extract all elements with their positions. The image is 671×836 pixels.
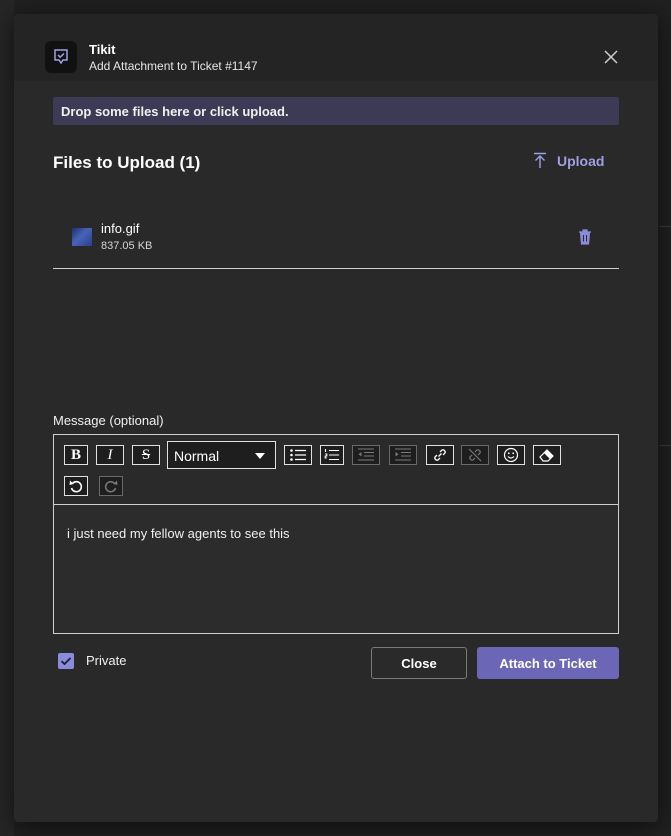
background-edge [0,0,14,836]
italic-icon[interactable]: I [96,445,124,465]
message-input[interactable]: i just need my fellow agents to see this [54,505,618,633]
background-divider [659,445,671,446]
drop-zone[interactable]: Drop some files here or click upload. [53,97,619,125]
format-select-value: Normal [174,448,220,464]
file-size: 837.05 KB [101,240,153,252]
private-checkbox[interactable] [58,653,74,669]
checkbox-check-icon [60,657,72,666]
undo-icon[interactable] [64,476,88,496]
trash-icon[interactable] [577,228,593,246]
close-button[interactable]: Close [371,647,467,679]
emoji-icon[interactable] [497,445,525,465]
attach-to-ticket-button[interactable]: Attach to Ticket [477,647,619,679]
file-list-item: info.gif 837.05 KB [53,204,619,268]
bullet-list-icon[interactable] [284,445,312,465]
files-to-upload-title: Files to Upload (1) [53,153,201,172]
private-label: Private [86,653,127,668]
file-thumbnail [72,228,92,246]
chevron-down-icon [255,453,265,459]
tikit-logo-icon [45,41,77,73]
outdent-icon[interactable] [352,445,380,465]
message-label: Message (optional) [53,413,164,428]
indent-icon[interactable] [389,445,417,465]
editor-toolbar: B I S Normal [54,435,618,505]
clear-format-icon[interactable] [533,445,561,465]
file-name: info.gif [101,221,140,236]
upload-button[interactable]: Upload [533,152,604,169]
message-text: i just need my fellow agents to see this [67,526,290,541]
link-icon[interactable] [426,445,454,465]
message-editor: B I S Normal i just need my fellow agent… [53,434,619,634]
upload-icon [534,152,546,168]
unlink-icon[interactable] [461,445,489,465]
dialog-header: Tikit Add Attachment to Ticket #1147 [14,14,658,81]
format-select[interactable]: Normal [167,441,276,469]
dialog-subtitle: Add Attachment to Ticket #1147 [89,59,258,73]
app-name: Tikit [89,42,116,57]
attachment-dialog: Tikit Add Attachment to Ticket #1147 Dro… [14,14,658,822]
upload-label: Upload [557,152,605,169]
redo-icon[interactable] [99,476,123,496]
numbered-list-icon[interactable] [320,445,344,465]
file-list-divider [53,268,619,269]
close-icon[interactable] [601,47,621,67]
background-divider [659,226,671,227]
drop-zone-text: Drop some files here or click upload. [61,104,289,119]
bold-icon[interactable]: B [64,445,88,465]
strikethrough-icon[interactable]: S [132,445,160,465]
